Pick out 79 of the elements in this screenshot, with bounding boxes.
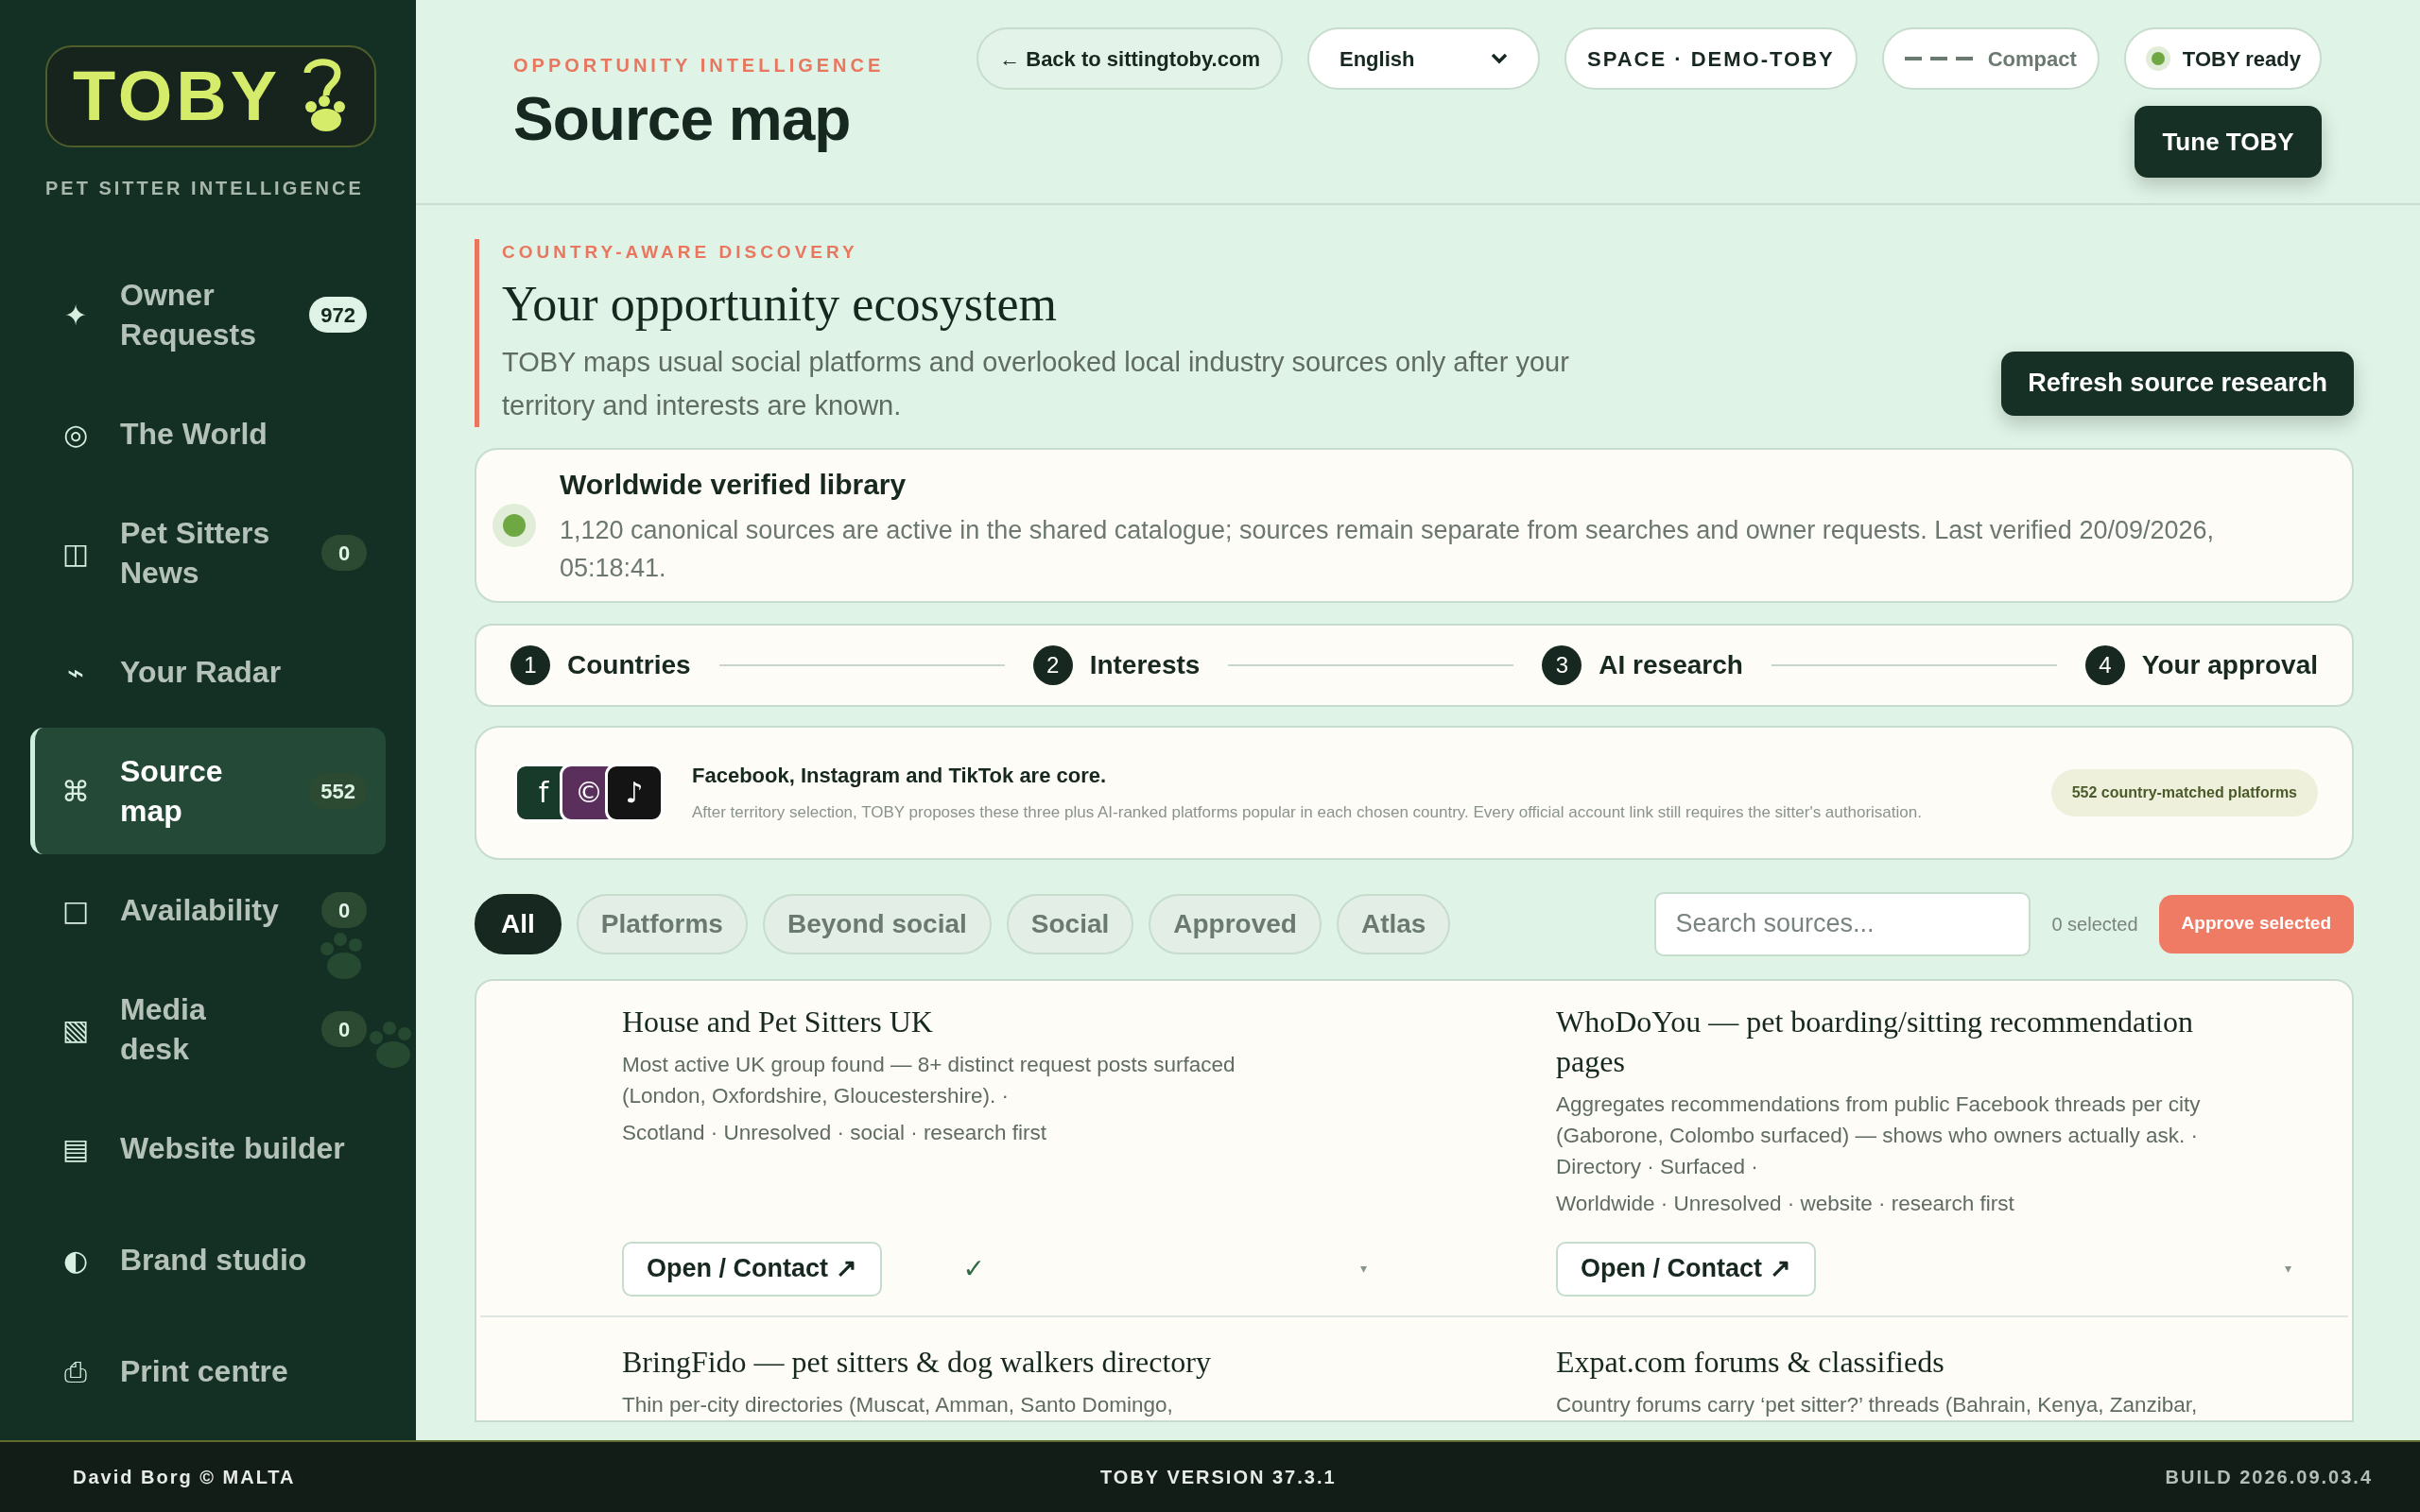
nav-item[interactable]: ▤ Website builder [30, 1092, 386, 1204]
open-contact-button[interactable]: Open / Contact ↗ [1556, 1241, 1816, 1297]
nav-icon: ⎙ [60, 1349, 92, 1393]
nav-item[interactable]: ⎙ Print centre [30, 1315, 386, 1427]
core-description: After territory selection, TOBY proposes these three plus AI-ranked platforms popular in each chosen country. Every official account link still requires the sitter's authorisation. [692, 802, 1923, 824]
count-badge: 0 [321, 535, 367, 571]
nav-item[interactable]: ✦ Owner Requests 972 [30, 251, 386, 378]
source-title: Expat.com forums & classifieds [1556, 1343, 1945, 1381]
library-description: 1,120 canonical sources are active in the shared catalogue; sources remain separate from searches and owner requests. Last verified 20/09/2026, 05:18:41. [560, 515, 2216, 584]
source-meta: Worldwide · Unresolved · website · research first [1556, 1190, 2015, 1217]
nav-icon: ◐ [60, 1238, 92, 1281]
chevron-down-icon [1490, 53, 1508, 64]
nav-item[interactable]: ▧ Media desk 0 [30, 966, 386, 1092]
source-description: Aggregates recommendations from public Facebook threads per city (Gaborone, Colombo surfaced) — shows who owners actually ask. · Directory · Surfaced · [1556, 1091, 2202, 1180]
version-text: TOBY VERSION 37.3.1 [1100, 1466, 1337, 1489]
source-description: Country forums carry ‘pet sitter?’ threads (Bahrain, Kenya, Zanzibar, [1556, 1391, 2199, 1418]
count-badge: 972 [309, 297, 367, 333]
build-text: BUILD 2026.09.03.4 [2165, 1466, 2373, 1489]
status-pill: TOBY ready [2123, 27, 2322, 90]
approved-check: ✓ [962, 1251, 985, 1286]
page-eyebrow: OPPORTUNITY INTELLIGENCE [513, 54, 885, 77]
filter-tab[interactable]: Approved [1149, 893, 1322, 954]
count-badge: 552 [309, 773, 367, 809]
language-select[interactable]: English [1306, 27, 1540, 90]
status-dot-icon [2144, 45, 2171, 72]
source-description: Most active UK group found — 8+ distinct request posts surfaced (London, Oxfordshire, Gloucestershire). · [622, 1051, 1236, 1109]
nav-icon: ▤ [60, 1126, 92, 1170]
nav-icon: □ [60, 888, 92, 932]
step-number: 1 [510, 644, 550, 685]
step-label: Your approval [2141, 648, 2318, 681]
tune-button[interactable]: Tune TOBY [2135, 106, 2322, 178]
section-description: TOBY maps usual social platforms and overlooked local industry sources only after your territory and interests are known. [502, 345, 1570, 422]
compact-toggle[interactable]: Compact [1881, 27, 2100, 90]
open-contact-button[interactable]: Open / Contact ↗ [622, 1241, 882, 1297]
source-title: BringFido — pet sitters & dog walkers directory [622, 1343, 1212, 1381]
step-label: AI research [1599, 648, 1743, 681]
selected-count: 0 selected [2051, 912, 2138, 936]
nav-icon: ⌁ [60, 650, 92, 694]
copyright-text: David Borg © MALTA [73, 1466, 296, 1489]
nav-icon: ◎ [60, 412, 92, 455]
search-field[interactable]: Search sources... [1654, 891, 2031, 956]
platform-icon: ♪ [605, 763, 664, 822]
step-number: 2 [1032, 644, 1073, 685]
filter-tab[interactable]: Social [1006, 893, 1134, 954]
source-title: House and Pet Sitters UK [622, 1003, 934, 1040]
library-title: Worldwide verified library [560, 468, 908, 502]
nav-item[interactable]: ⌁ Your Radar [30, 616, 386, 728]
nav-icon: ▧ [60, 1007, 92, 1051]
step-label: Countries [567, 648, 691, 681]
nav-item[interactable]: □ Availability 0 [30, 854, 386, 966]
dashed-line-icon [1904, 56, 1973, 61]
space-label: SPACE · DEMO-TOBY [1564, 27, 1858, 90]
filter-tab[interactable]: All [475, 893, 562, 954]
section-title: Your opportunity ecosystem [502, 275, 1058, 333]
source-description: Thin per-city directories (Muscat, Amman, Santo Domingo, [622, 1391, 1174, 1418]
refresh-button[interactable]: Refresh source research [2001, 351, 2354, 416]
tagline: PET SITTER INTELLIGENCE [45, 177, 365, 200]
platform-count-badge: 552 country-matched platforms [2050, 768, 2318, 816]
step-number: 3 [1542, 644, 1582, 685]
nav-icon: ◫ [60, 531, 92, 575]
section-eyebrow: COUNTRY-AWARE DISCOVERY [502, 241, 859, 264]
filter-tab[interactable]: Atlas [1336, 893, 1451, 954]
nav-icon: ⌘ [60, 769, 92, 813]
nav-item[interactable]: ◫ Pet Sitters News 0 [30, 490, 386, 616]
logo: TOBY [45, 45, 376, 147]
core-title: Facebook, Instagram and TikTok are core. [692, 763, 1108, 790]
step-number: 4 [2084, 644, 2125, 685]
step-label: Interests [1089, 648, 1201, 681]
nav-item[interactable]: ◐ Brand studio [30, 1204, 386, 1315]
nav-icon: ✦ [60, 293, 92, 336]
filter-tab[interactable]: Platforms [576, 893, 748, 954]
filter-tab[interactable]: Beyond social [762, 893, 992, 954]
count-badge: 0 [321, 892, 367, 928]
status-dot-icon [492, 502, 537, 548]
nav-item[interactable]: ◎ The World [30, 378, 386, 490]
source-title: WhoDoYou — pet boarding/sitting recommendation pages [1556, 1003, 2194, 1080]
back-link[interactable]: ← Back to sittingtoby.com [977, 27, 1283, 90]
source-meta: Scotland · Unresolved · social · research first [622, 1119, 1047, 1146]
count-badge: 0 [321, 1011, 367, 1047]
